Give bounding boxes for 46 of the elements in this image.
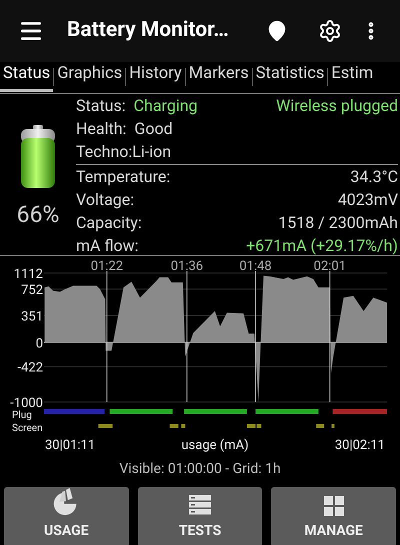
plug-label: Plug [12, 410, 32, 421]
measurement-value: 1518 / 2300mAh [278, 212, 398, 234]
time-label: 01:48 [239, 259, 272, 274]
tab[interactable]: Status [0, 62, 54, 92]
measurement-value: 4023mV [338, 189, 398, 211]
tab[interactable]: Estim [328, 62, 376, 92]
plug-status: Wireless plugged [276, 95, 398, 117]
settings-icon[interactable] [318, 19, 342, 43]
list-icon [188, 493, 212, 517]
tab[interactable]: Graphics [54, 62, 126, 92]
tab[interactable]: Markers [186, 62, 252, 92]
measurement-value: +671mA (+29.17%/h) [246, 235, 398, 257]
y-axis-label: -422 [17, 360, 43, 376]
y-axis-label: 351 [21, 309, 43, 324]
measurement-label: mA flow: [76, 235, 139, 257]
measurement-label: Voltage: [76, 189, 134, 211]
measurement-label: Temperature: [76, 166, 170, 188]
x-axis-title: usage (mA) [181, 438, 249, 453]
screen-label: Screen [12, 423, 43, 434]
y-axis-label: -1000 [10, 396, 43, 411]
time-label: 01:22 [90, 259, 124, 274]
y-axis-label: 752 [21, 283, 43, 298]
battery-percent: 66% [16, 200, 60, 230]
status-label: Status: [76, 95, 126, 117]
battery-icon [18, 124, 58, 190]
status-value: Good [134, 118, 173, 140]
location-pin-icon[interactable] [266, 20, 288, 42]
visible-range-text: Visible: 01:00:00 - Grid: 1h [119, 460, 281, 479]
tab[interactable]: Statistics [252, 62, 328, 92]
action-button[interactable]: USAGE [4, 487, 129, 545]
measurement-label: Capacity: [76, 212, 142, 234]
status-label: Health: [76, 118, 126, 140]
time-label: 02:01 [314, 259, 346, 274]
measurement-value: 34.3°C [350, 166, 398, 188]
start-time-label: 30|01:11 [45, 438, 96, 453]
y-axis-label: 1112 [14, 267, 43, 282]
end-time-label: 30|02:11 [334, 438, 385, 453]
status-label: Techno:Li-ion [76, 141, 172, 163]
grid-icon [322, 495, 345, 517]
status-value: Charging [134, 95, 198, 117]
time-label: 01:36 [170, 259, 204, 274]
tab[interactable]: History [126, 62, 185, 92]
action-button[interactable]: TESTS [138, 487, 262, 545]
y-axis-label: 0 [36, 336, 43, 352]
app-title: Battery Monitor… [67, 17, 229, 44]
action-button[interactable]: MANAGE [271, 487, 396, 545]
